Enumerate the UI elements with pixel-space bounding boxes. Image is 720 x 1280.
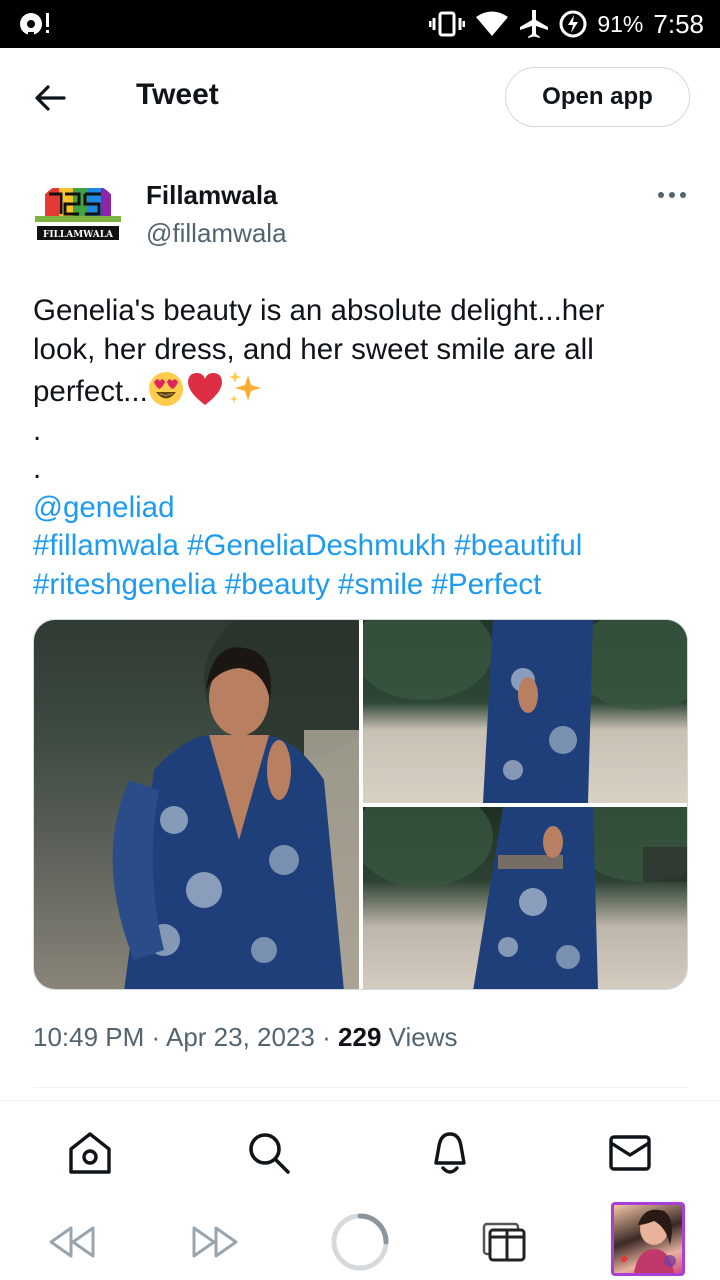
avatar[interactable]: FILLAMWALA (33, 180, 123, 270)
airplane-icon (519, 9, 549, 39)
rewind-button[interactable] (39, 1210, 103, 1274)
divider (33, 1087, 688, 1088)
tweet-text: Genelia's beauty is an absolute delight.… (33, 292, 693, 604)
tweet-header: Tweet Open app (0, 48, 720, 146)
separator: · (151, 1022, 161, 1052)
tweet-photo-1[interactable] (34, 620, 359, 989)
tweet-text-line-3: perfect... (33, 369, 693, 412)
tweet-meta: 10:49 PM · Apr 23, 2023 · 229 Views (33, 1022, 458, 1053)
dot (680, 192, 686, 198)
author-name[interactable]: Fillamwala (146, 180, 278, 211)
arrow-left-icon (35, 85, 66, 111)
nav-search[interactable] (245, 1129, 293, 1177)
tweet-date[interactable]: Apr 23, 2023 (166, 1022, 315, 1052)
tabs-icon (482, 1222, 526, 1262)
red-heart-icon (187, 373, 222, 405)
author-handle[interactable]: @fillamwala (146, 218, 287, 249)
hashtag-line[interactable]: #fillamwala #GeneliaDeshmukh #beautiful (33, 527, 693, 566)
home-icon (69, 1132, 111, 1174)
views-label: Views (388, 1022, 458, 1052)
tweet-text-line: look, her dress, and her sweet smile are… (33, 332, 594, 366)
page-title: Tweet (136, 78, 219, 111)
smiling-face-with-heart-eyes-icon (148, 372, 183, 406)
profile-image (620, 1209, 676, 1273)
nav-messages[interactable] (606, 1129, 654, 1177)
battery-percent: 91% (597, 10, 644, 37)
hashtag-line[interactable]: #riteshgenelia #beauty #smile #Perfect (33, 566, 693, 605)
mention-link[interactable]: @geneliad (33, 489, 693, 528)
clock: 7:58 (653, 8, 704, 39)
tweet-dot-line: . (33, 413, 42, 447)
sparkles-icon (228, 371, 261, 403)
tabs-button[interactable] (472, 1210, 536, 1274)
notifications-icon (434, 1132, 466, 1174)
search-icon (249, 1133, 290, 1174)
more-options-button[interactable] (652, 182, 692, 208)
wifi-icon (475, 10, 509, 38)
tweet-text-line: Genelia's beauty is an absolute delight.… (33, 294, 605, 327)
rewind-icon (49, 1226, 95, 1258)
open-app-button[interactable]: Open app (505, 67, 690, 127)
separator: · (322, 1022, 331, 1052)
fast-forward-button[interactable] (184, 1210, 248, 1274)
messages-icon (609, 1135, 651, 1171)
bottom-nav (0, 1100, 720, 1200)
spinner-icon (331, 1213, 389, 1271)
profile-thumbnail[interactable] (611, 1202, 685, 1276)
loading-spinner[interactable] (328, 1210, 392, 1274)
tweet-time[interactable]: 10:49 PM (33, 1022, 144, 1052)
back-button[interactable] (28, 76, 72, 120)
notification-icon (18, 10, 52, 38)
tweet-photo-3[interactable] (363, 807, 687, 989)
fast-forward-icon (192, 1226, 238, 1258)
avatar-logo-text: FILLAMWALA (43, 230, 114, 240)
status-bar: 91% 7:58 (0, 0, 720, 48)
tweet-dot-line: . (33, 452, 42, 485)
tweet-photo-2[interactable] (363, 620, 687, 803)
battery-charging-icon (559, 10, 587, 38)
media-grid (33, 619, 688, 990)
vibrate-icon (429, 10, 466, 38)
tweet-text-line: perfect... (33, 375, 148, 408)
dot (669, 192, 675, 198)
nav-home[interactable] (66, 1129, 114, 1177)
nav-notifications[interactable] (426, 1129, 474, 1177)
dot (658, 192, 664, 198)
views-count: 229 (338, 1022, 382, 1052)
fillamwala-logo: FILLAMWALA (35, 188, 121, 240)
